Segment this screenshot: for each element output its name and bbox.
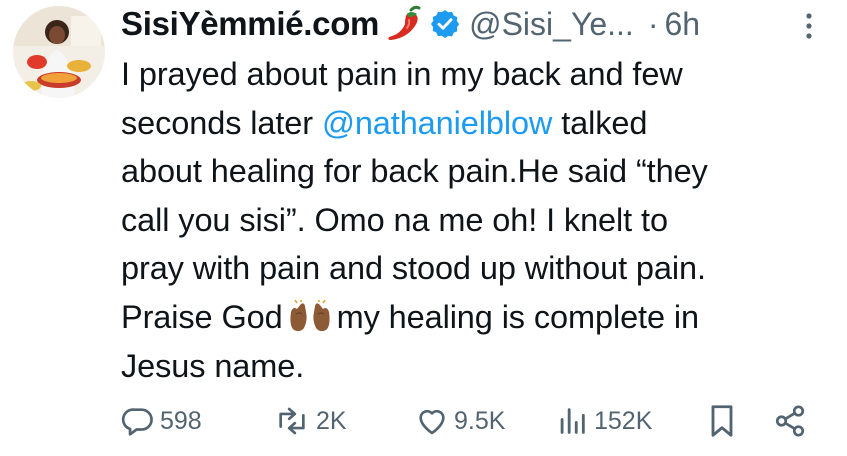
hot-pepper-icon xyxy=(385,4,423,44)
views-chart-icon xyxy=(555,404,589,438)
reply-count: 598 xyxy=(160,406,202,435)
action-bar: 598 2K 9.5K 152K xyxy=(121,396,821,446)
bookmark-icon xyxy=(707,403,737,439)
verified-badge-icon[interactable] xyxy=(429,8,461,40)
views-button[interactable]: 152K xyxy=(555,396,652,446)
more-options-icon[interactable] xyxy=(797,10,821,42)
author-handle[interactable]: @Sisi_Ye... xyxy=(469,6,634,43)
tweet-text-segment: Praise God xyxy=(121,298,283,335)
views-count: 152K xyxy=(594,406,653,435)
tweet-line: Jesus name. xyxy=(121,347,305,384)
tweet-text-segment: talked xyxy=(552,104,648,141)
separator-dot: · xyxy=(647,5,659,42)
tweet-text: I prayed about pain in my back and few s… xyxy=(121,50,841,390)
reply-icon xyxy=(121,404,155,438)
tweet-header: SisiYèmmié.com @Sisi_Ye... · 6h xyxy=(121,0,700,48)
display-name[interactable]: SisiYèmmié.com xyxy=(121,5,379,43)
tweet-line: pray with pain and stood up without pain… xyxy=(121,250,706,287)
tweet-text-segment: my healing is complete in xyxy=(336,298,700,335)
raising-hands-icon xyxy=(287,298,333,333)
bookmark-button[interactable] xyxy=(707,396,737,446)
repost-count: 2K xyxy=(316,406,347,435)
tweet-line: call you sisi”. Omo na me oh! I knelt to xyxy=(121,201,668,238)
like-count: 9.5K xyxy=(454,406,506,435)
repost-button[interactable]: 2K xyxy=(273,396,347,446)
tweet-text-segment: seconds later xyxy=(121,104,322,141)
reply-button[interactable]: 598 xyxy=(121,396,202,446)
avatar[interactable] xyxy=(13,6,105,98)
tweet-line: I prayed about pain in my back and few xyxy=(121,56,683,92)
timestamp[interactable]: 6h xyxy=(664,6,700,43)
tweet-line: about healing for back pain.He said “the… xyxy=(121,153,708,190)
like-button[interactable]: 9.5K xyxy=(415,396,505,446)
tweet-line: Praise God my healing is complete in xyxy=(121,293,841,342)
mention-link[interactable]: @nathanielblow xyxy=(322,105,552,141)
heart-icon xyxy=(415,404,449,438)
share-icon xyxy=(773,404,807,438)
avatar-image xyxy=(13,6,105,98)
repost-icon xyxy=(273,404,311,438)
share-button[interactable] xyxy=(773,396,807,446)
tweet-line: seconds later @nathanielblow talked xyxy=(121,99,841,148)
